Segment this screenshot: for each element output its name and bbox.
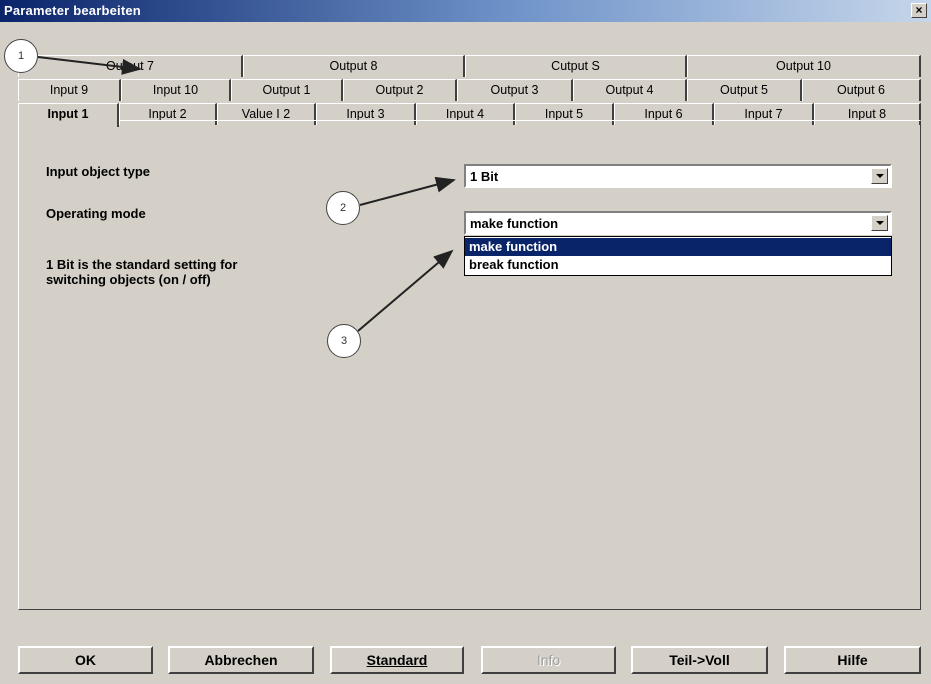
input-object-type-value: 1 Bit xyxy=(470,169,499,184)
standard-button[interactable]: Standard xyxy=(330,646,464,674)
operating-mode-label: Operating mode xyxy=(46,206,146,221)
chevron-down-icon[interactable] xyxy=(871,215,888,231)
tab-input-1[interactable]: Input 1 xyxy=(18,103,119,127)
tab-output-9[interactable]: Cutput S xyxy=(465,55,687,77)
tab-output-10[interactable]: Output 10 xyxy=(687,55,921,77)
input-object-type-select[interactable]: 1 Bit xyxy=(464,164,892,188)
tab-output-8[interactable]: Output 8 xyxy=(243,55,465,77)
operating-mode-select[interactable]: make function xyxy=(464,211,892,235)
operating-mode-dropdown-list: make function break function xyxy=(464,236,892,276)
tab-output-7[interactable]: Output 7 xyxy=(18,55,243,77)
window-title: Parameter bearbeiten xyxy=(4,3,141,18)
option-make-function[interactable]: make function xyxy=(465,238,891,256)
callout-2: 2 xyxy=(326,191,360,225)
chevron-down-icon[interactable] xyxy=(871,168,888,184)
description-line-2: switching objects (on / off) xyxy=(46,272,211,287)
tab-panel xyxy=(18,120,921,610)
cancel-button[interactable]: Abbrechen xyxy=(168,646,314,674)
title-bar: Parameter bearbeiten × xyxy=(0,0,931,22)
tab-output-4[interactable]: Output 4 xyxy=(573,79,687,101)
tab-output-2[interactable]: Output 2 xyxy=(343,79,457,101)
callout-3: 3 xyxy=(327,324,361,358)
input-object-type-label: Input object type xyxy=(46,164,150,179)
ok-button[interactable]: OK xyxy=(18,646,153,674)
partial-full-button[interactable]: Teil->Voll xyxy=(631,646,768,674)
tab-input-9[interactable]: Input 9 xyxy=(18,79,121,101)
close-button[interactable]: × xyxy=(911,3,927,18)
tab-output-5[interactable]: Output 5 xyxy=(687,79,802,101)
description-line-1: 1 Bit is the standard setting for xyxy=(46,257,238,272)
tab-output-1[interactable]: Output 1 xyxy=(231,79,343,101)
tab-output-6[interactable]: Output 6 xyxy=(802,79,921,101)
tab-input-10[interactable]: Input 10 xyxy=(121,79,231,101)
callout-1: 1 xyxy=(4,39,38,73)
option-break-function[interactable]: break function xyxy=(465,256,891,274)
description-text: 1 Bit is the standard setting for switch… xyxy=(46,257,237,287)
help-button[interactable]: Hilfe xyxy=(784,646,921,674)
operating-mode-value: make function xyxy=(470,216,559,231)
info-button[interactable]: Info xyxy=(481,646,616,674)
tab-output-3[interactable]: Output 3 xyxy=(457,79,573,101)
close-icon: × xyxy=(915,3,923,17)
